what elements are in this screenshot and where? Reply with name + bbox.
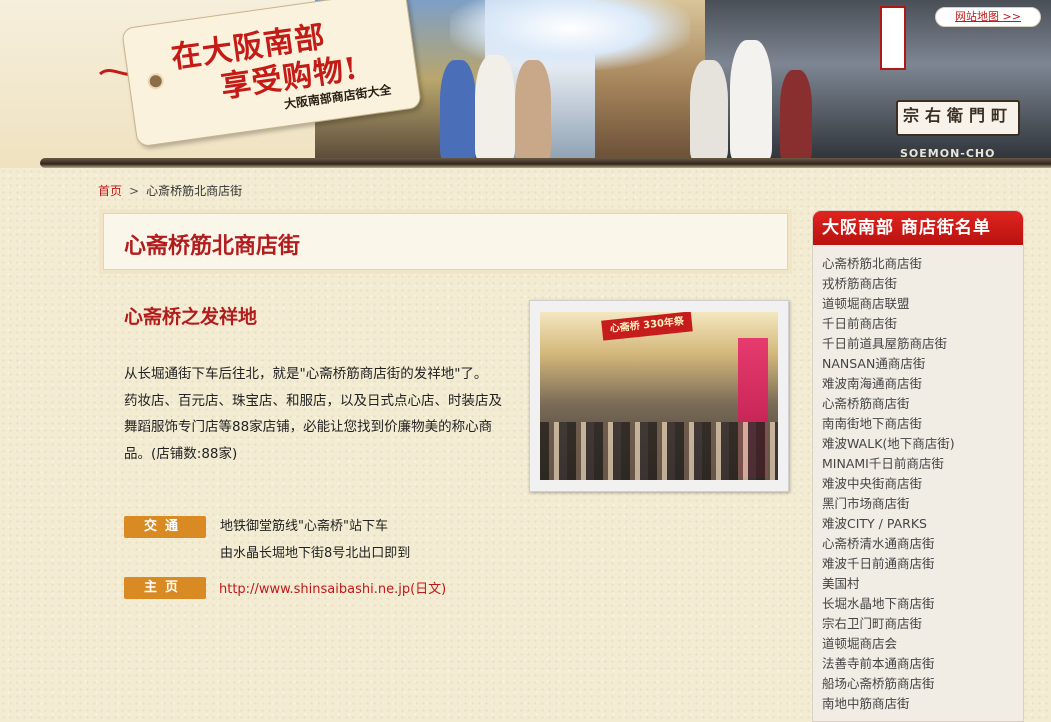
street-list-item[interactable]: 戎桥筋商店街 bbox=[822, 274, 955, 294]
shopper-figure bbox=[780, 70, 812, 160]
street-list-item[interactable]: 法善寺前本通商店街 bbox=[822, 654, 955, 674]
street-list-item[interactable]: MINAMI千日前商店街 bbox=[822, 454, 955, 474]
street-list-item[interactable]: 宗右卫门町商店街 bbox=[822, 614, 955, 634]
access-badge: 交通 bbox=[124, 516, 206, 538]
street-list-item[interactable]: 难波CITY / PARKS bbox=[822, 514, 955, 534]
street-list-item[interactable]: 心斋桥筋北商店街 bbox=[822, 254, 955, 274]
photo-crowd bbox=[540, 422, 778, 480]
street-list-item[interactable]: 难波千日前通商店街 bbox=[822, 554, 955, 574]
page-title: 心斋桥筋北商店街 bbox=[124, 234, 301, 259]
street-list-item[interactable]: 美国村 bbox=[822, 574, 955, 594]
street-list-item[interactable]: 南南街地下商店街 bbox=[822, 414, 955, 434]
access-line-1: 地铁御堂筋线"心斋桥"站下车 bbox=[220, 519, 388, 534]
shopper-figure bbox=[515, 60, 551, 160]
breadcrumb-current: 心斎桥筋北商店街 bbox=[146, 184, 243, 198]
street-list-item[interactable]: 难波WALK(地下商店街) bbox=[822, 434, 955, 454]
photo-banner-sign: 心斋桥 330年祭 bbox=[601, 312, 693, 341]
shopper-figure bbox=[690, 60, 728, 160]
shopper-figure bbox=[730, 40, 772, 160]
access-info: 地铁御堂筋线"心斋桥"站下车 由水晶长堀地下街8号北出口即到 bbox=[220, 513, 410, 567]
street-list-item[interactable]: 难波南海通商店街 bbox=[822, 374, 955, 394]
soemon-cho-sign-text: 宗右衛門町 bbox=[902, 106, 1013, 125]
sidebar-title: 大阪南部 商店街名单 bbox=[813, 211, 1023, 245]
street-list-item[interactable]: 长堀水晶地下商店街 bbox=[822, 594, 955, 614]
street-list-item[interactable]: NANSAN通商店街 bbox=[822, 354, 955, 374]
street-photo: 心斋桥 330年祭 bbox=[540, 312, 778, 480]
street-list-item[interactable]: 难波中央街商店街 bbox=[822, 474, 955, 494]
shop-sign bbox=[880, 6, 906, 70]
street-list-item[interactable]: 船场心斋桥筋商店街 bbox=[822, 674, 955, 694]
breadcrumb: 首页 > 心斎桥筋北商店街 bbox=[98, 182, 242, 199]
street-list-item[interactable]: 道顿堀商店会 bbox=[822, 634, 955, 654]
sitemap-link[interactable]: 网站地图 >> bbox=[935, 7, 1041, 27]
street-list-item[interactable]: 道顿堀商店联盟 bbox=[822, 294, 955, 314]
page-title-box: 心斋桥筋北商店街 bbox=[103, 213, 788, 270]
homepage-link[interactable]: http://www.shinsaibashi.ne.jp(日文) bbox=[219, 578, 446, 597]
description: 从长堀通街下车后往北，就是"心斋桥筋商店街的发祥地"了。 药妆店、百元店、珠宝店… bbox=[124, 361, 514, 467]
street-list-item[interactable]: 千日前道具屋筋商店街 bbox=[822, 334, 955, 354]
street-list-sidebar: 大阪南部 商店街名单 心斋桥筋北商店街 戎桥筋商店街 道顿堀商店联盟 千日前商店… bbox=[812, 210, 1024, 722]
header-banner: 宗右衛門町 SOEMON-CHO 在大阪南部 享受购物! 大阪南部商店街大全 网… bbox=[0, 0, 1051, 168]
street-list-item[interactable]: 心斋桥清水通商店街 bbox=[822, 534, 955, 554]
breadcrumb-home-link[interactable]: 首页 bbox=[98, 184, 122, 198]
access-line-2: 由水晶长堀地下街8号北出口即到 bbox=[220, 546, 411, 561]
homepage-badge: 主页 bbox=[124, 577, 206, 599]
street-list: 心斋桥筋北商店街 戎桥筋商店街 道顿堀商店联盟 千日前商店街 千日前道具屋筋商店… bbox=[822, 254, 955, 714]
shopper-figure bbox=[440, 60, 476, 160]
breadcrumb-separator-icon: > bbox=[129, 184, 140, 198]
street-photo-frame: 心斋桥 330年祭 bbox=[529, 300, 789, 492]
banner-bottom-rule bbox=[40, 158, 1051, 168]
description-line-1: 从长堀通街下车后往北，就是"心斋桥筋商店街的发祥地"了。 bbox=[124, 366, 488, 382]
street-list-item[interactable]: 心斋桥筋商店街 bbox=[822, 394, 955, 414]
shopper-figure bbox=[475, 55, 515, 160]
tag-hole-icon bbox=[146, 72, 165, 91]
street-list-item[interactable]: 黑门市场商店街 bbox=[822, 494, 955, 514]
soemon-cho-sign: 宗右衛門町 bbox=[896, 100, 1020, 136]
street-list-item[interactable]: 千日前商店街 bbox=[822, 314, 955, 334]
section-subtitle: 心斋桥之发祥地 bbox=[124, 306, 258, 328]
street-list-item[interactable]: 南地中筋商店街 bbox=[822, 694, 955, 714]
description-line-2: 药妆店、百元店、珠宝店、和服店，以及日式点心店、时装店及舞蹈服饰专门店等88家店… bbox=[124, 392, 502, 462]
